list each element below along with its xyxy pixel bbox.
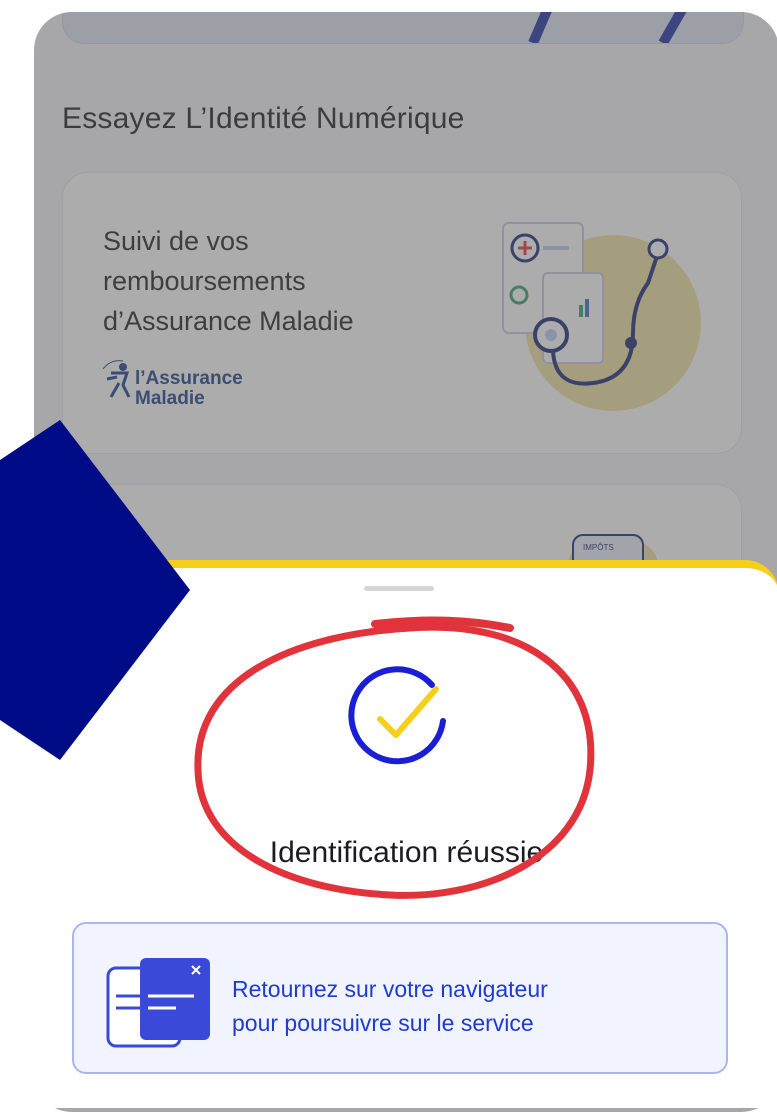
health-illustration [502,222,701,411]
banner-illustration [528,12,687,43]
logo-line-1: l’Assurance [135,368,243,389]
assurance-maladie-figure-icon [102,360,131,398]
assurance-maladie-logo: l’Assurance Maladie [101,359,281,419]
card-title: Suivi de vos remboursements d’Assurance … [103,226,354,336]
browser-window-icon [106,958,210,1048]
check-circle-icon [348,666,446,765]
logo-line-2: Maladie [135,388,205,409]
annotation-arrow [0,420,190,760]
status-text: Identification réussie [269,836,544,869]
service-card-health[interactable]: Suivi de vos remboursements d’Assurance … [62,172,742,454]
info-banner: Retournez sur votre navigateur pour pour… [72,922,728,1074]
info-line-1: Retournez sur votre navigateur [232,976,548,1002]
top-banner[interactable] [62,12,744,44]
impots-badge: IMPÔTS [583,543,614,552]
info-line-2: pour poursuivre sur le service [232,1010,534,1036]
section-title: Essayez L’Identité Numérique [62,102,465,135]
sheet-drag-handle[interactable] [364,586,434,591]
info-text: Retournez sur votre navigateur pour pour… [232,972,702,1040]
